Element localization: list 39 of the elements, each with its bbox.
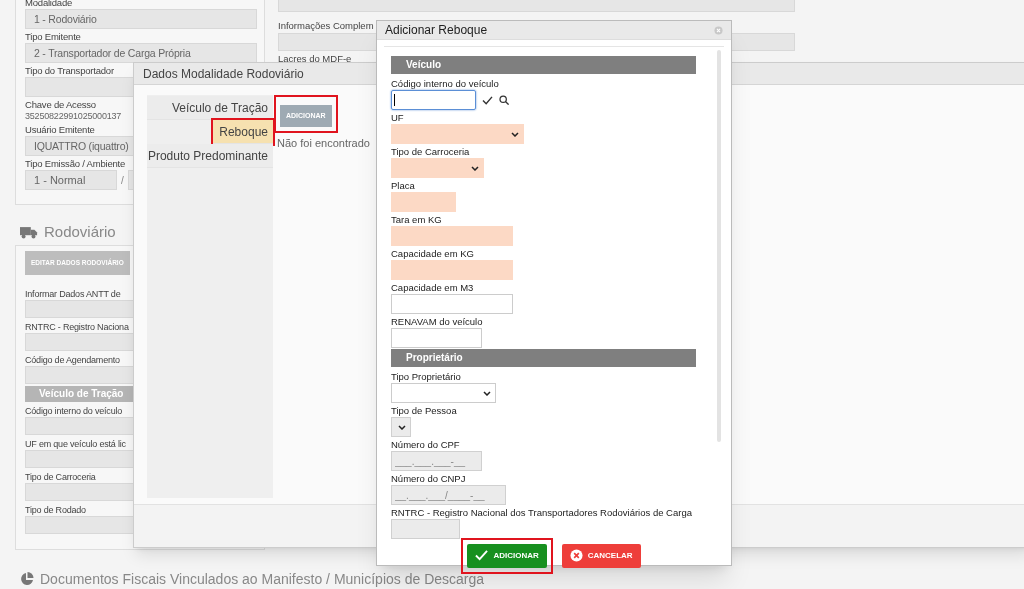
field-label: Informações Complem xyxy=(278,21,374,31)
field-label: Tipo de Carroceria xyxy=(25,471,96,483)
field-label: Capacidade em KG xyxy=(391,248,475,260)
field-label: Tara em KG xyxy=(391,214,443,226)
field-label: Código de Agendamento xyxy=(25,354,120,366)
section-title: Rodoviário xyxy=(44,223,116,241)
empty-message: Não foi encontrado xyxy=(276,136,370,152)
field-label: UF xyxy=(391,112,405,124)
section-title: Documentos Fiscais Vinculados ao Manifesto / Municípios de Descarga xyxy=(40,571,485,587)
field-label: Informar Dados ANTT de xyxy=(25,288,121,300)
field-label: RENAVAM do veículo xyxy=(391,316,484,328)
field-label: Usuário Emitente xyxy=(25,124,95,136)
field-label: Tipo Emitente xyxy=(25,31,81,43)
field-label: Número do CPF xyxy=(391,439,461,451)
field-label: Código interno do veículo xyxy=(25,405,123,417)
field-label: Tipo Proprietário xyxy=(391,371,462,383)
field-label: UF em que veículo está lic xyxy=(25,438,126,450)
field-label: Modalidade xyxy=(25,0,73,9)
section-header: Veículo xyxy=(391,56,696,74)
readonly-field: 1 - Normal xyxy=(25,170,117,190)
separator-text: / xyxy=(121,173,124,188)
field-label: Capacidade em M3 xyxy=(391,282,475,294)
field-label: Lacres do MDF-e xyxy=(278,54,352,64)
access-key-text: 35250822991025000137 xyxy=(25,111,123,122)
field-label: Número do CNPJ xyxy=(391,473,467,485)
field-label: Tipo Emissão / Ambiente xyxy=(25,158,126,170)
readonly-field: 2 - Transportador de Carga Própria xyxy=(25,43,257,63)
field-label: RNTRC - Registro Nacional dos Transportadores Rodoviários de Carga xyxy=(391,507,693,519)
field-label: Chave de Acesso xyxy=(25,99,96,111)
field-label: RNTRC - Registro Naciona xyxy=(25,321,129,333)
dialog-title: Adicionar Reboque xyxy=(385,22,488,39)
field-label: Tipo de Rodado xyxy=(25,504,86,516)
section-header: Proprietário xyxy=(391,349,696,367)
section-header: Veículo de Tração xyxy=(25,386,133,402)
field-label: Tipo de Carroceria xyxy=(391,146,471,158)
readonly-field: 1 - Rodoviário xyxy=(25,9,257,29)
field-label: Tipo do Transportador xyxy=(25,65,114,77)
field-label: Placa xyxy=(391,180,416,192)
field-label: Tipo de Pessoa xyxy=(391,405,458,417)
